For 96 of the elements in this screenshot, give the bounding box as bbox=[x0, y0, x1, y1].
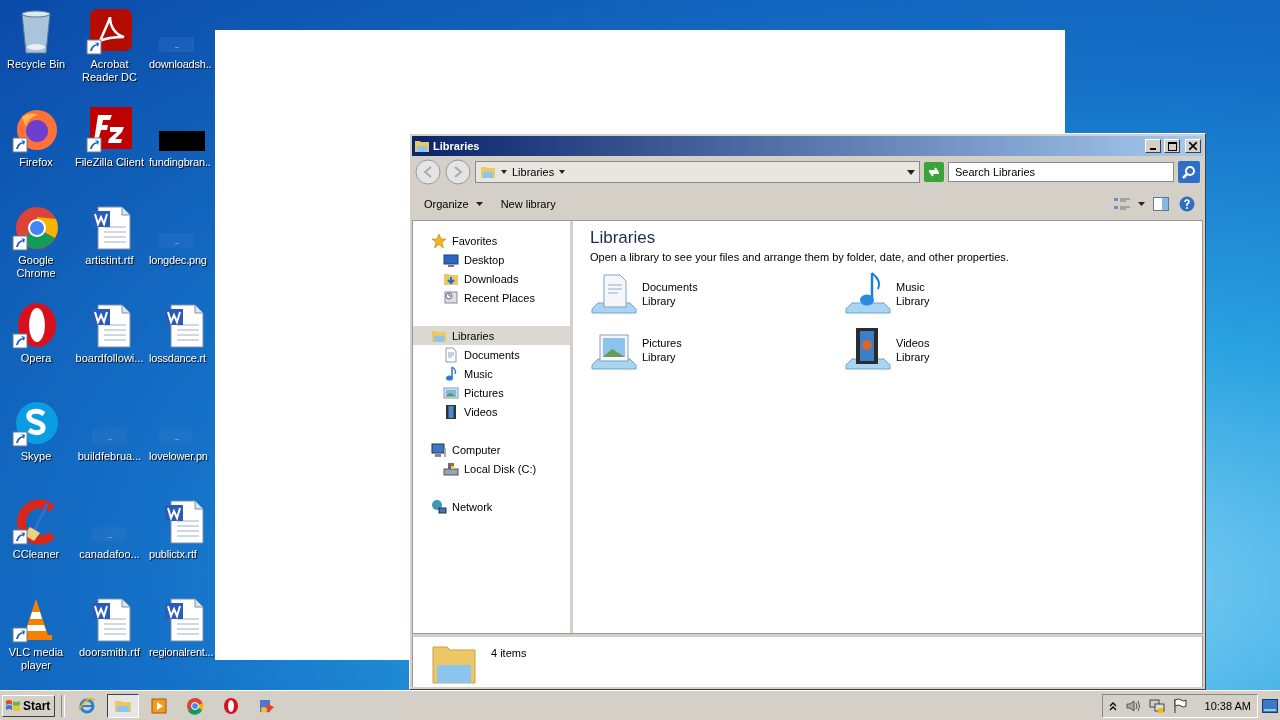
desktop-icon-label[interactable]: Google Chrome bbox=[0, 254, 72, 280]
desktop-icon-label[interactable]: downloadsh.. bbox=[149, 58, 212, 71]
film-strip-icon bbox=[443, 403, 459, 420]
library-name[interactable]: Documents bbox=[642, 281, 698, 293]
search-icon bbox=[1182, 165, 1196, 179]
star-icon bbox=[431, 232, 447, 249]
show-desktop-button[interactable] bbox=[1262, 698, 1278, 713]
nav-item[interactable]: Downloads bbox=[413, 269, 570, 288]
desktop-icon-label[interactable]: canadafoo... bbox=[79, 548, 140, 561]
desktop-icon-label[interactable]: publictx.rtf bbox=[149, 548, 197, 561]
page-heading: Libraries bbox=[590, 228, 657, 248]
desktop-icon-label[interactable]: Opera bbox=[20, 352, 52, 365]
nav-item[interactable]: Videos bbox=[413, 402, 570, 421]
computer-icon bbox=[431, 441, 447, 458]
library-name[interactable]: Videos bbox=[896, 337, 930, 349]
command-button[interactable]: New library bbox=[494, 195, 562, 213]
desktop-icon-label[interactable]: doorsmith.rtf bbox=[78, 646, 141, 659]
chrome-icon bbox=[186, 696, 205, 715]
dropdown-icon[interactable] bbox=[907, 169, 915, 175]
clock[interactable]: 10:38 AM bbox=[1204, 699, 1251, 712]
picture-icon bbox=[443, 384, 459, 401]
preview-pane-icon bbox=[1153, 197, 1169, 211]
network-globe-icon bbox=[431, 498, 447, 515]
close-icon bbox=[1189, 142, 1197, 150]
hard-disk-icon bbox=[443, 460, 459, 477]
library-type: Library bbox=[896, 295, 930, 307]
music-library-icon[interactable] bbox=[844, 271, 892, 315]
desktop-icon-label[interactable]: boardfollowi... bbox=[75, 352, 144, 365]
refresh-icon bbox=[927, 166, 941, 178]
browser-e-icon bbox=[78, 696, 97, 715]
flag-icon[interactable] bbox=[1172, 697, 1187, 714]
maximize-button[interactable] bbox=[1164, 139, 1180, 153]
library-name[interactable]: Music bbox=[896, 281, 930, 293]
library-folder-icon bbox=[414, 138, 430, 154]
videos-library-icon[interactable] bbox=[844, 327, 892, 371]
opera-icon bbox=[222, 696, 241, 715]
taskbar-button[interactable] bbox=[107, 693, 140, 718]
nav-item[interactable]: Recent Places bbox=[413, 288, 570, 307]
desktop-icon-label[interactable]: CCleaner bbox=[12, 548, 60, 561]
breadcrumb[interactable]: Libraries bbox=[512, 166, 555, 178]
network-icon[interactable] bbox=[1148, 697, 1165, 714]
start-button[interactable]: Start bbox=[2, 694, 56, 717]
desktop-icon-label[interactable]: buildfebrua... bbox=[77, 450, 142, 463]
help-button[interactable] bbox=[1177, 194, 1197, 214]
desktop-icon bbox=[443, 251, 459, 268]
window-title: Libraries bbox=[433, 140, 481, 152]
library-type: Library bbox=[642, 351, 677, 363]
item-count: 4 items bbox=[491, 647, 527, 661]
show-hidden-icons-button[interactable] bbox=[1108, 700, 1117, 711]
caret-icon bbox=[559, 170, 566, 174]
desktop-icon-label[interactable]: lovelower.pn bbox=[149, 450, 208, 463]
library-folder-icon bbox=[480, 164, 496, 180]
preview-pane-button[interactable] bbox=[1151, 195, 1171, 213]
library-type: Library bbox=[896, 351, 930, 363]
media-player-icon bbox=[150, 696, 169, 715]
close-button[interactable] bbox=[1185, 139, 1201, 153]
refresh-button[interactable] bbox=[924, 162, 944, 182]
help-icon bbox=[1179, 196, 1195, 212]
caret-icon[interactable] bbox=[1138, 202, 1145, 206]
nav-item[interactable]: Computer bbox=[413, 440, 570, 459]
desktop-icon-label[interactable]: artistint.rtf bbox=[85, 254, 134, 267]
caret-icon bbox=[501, 170, 507, 174]
recent-places-icon bbox=[443, 289, 459, 306]
desktop-icon-label[interactable]: Firefox bbox=[19, 156, 53, 169]
desktop-icon-label[interactable]: FileZilla Client bbox=[74, 156, 145, 169]
caret-icon bbox=[475, 202, 483, 206]
desktop-icon-label[interactable]: Acrobat Reader DC bbox=[73, 58, 146, 84]
address-bar[interactable]: Libraries bbox=[475, 161, 920, 183]
desktop-icon-label[interactable]: longdec.png bbox=[149, 254, 207, 267]
nav-item[interactable]: Network bbox=[413, 497, 570, 516]
nav-item[interactable]: Favorites bbox=[413, 231, 570, 250]
desktop-icon-label[interactable]: Recycle Bin bbox=[6, 58, 66, 71]
maximize-icon bbox=[1167, 141, 1177, 151]
nav-item[interactable]: Local Disk (C:) bbox=[413, 459, 570, 478]
nav-item[interactable]: Desktop bbox=[413, 250, 570, 269]
search-field[interactable]: Search Libraries bbox=[948, 162, 1174, 182]
desktop-icon-label[interactable]: fundingbran.. bbox=[149, 156, 211, 169]
speaker-icon[interactable] bbox=[1124, 698, 1141, 713]
description: Open a library to see your files and arrange them by folder, date, and other properties. bbox=[590, 251, 1010, 263]
nav-item[interactable]: Libraries bbox=[413, 326, 570, 345]
library-name[interactable]: Pictures bbox=[642, 337, 682, 349]
details-view-icon bbox=[1114, 197, 1130, 211]
music-note-icon bbox=[443, 365, 459, 382]
desktop-icon-label[interactable]: regionalrent... bbox=[149, 646, 214, 659]
nav-item[interactable]: Pictures bbox=[413, 383, 570, 402]
nav-item[interactable]: Music bbox=[413, 364, 570, 383]
windows-flag-icon bbox=[5, 698, 21, 713]
desktop-icon-label[interactable]: VLC media player bbox=[0, 646, 72, 672]
minimize-button[interactable] bbox=[1145, 139, 1161, 153]
library-type: Library bbox=[642, 295, 677, 307]
document-icon bbox=[443, 346, 459, 363]
desktop-icon-label[interactable]: Skype bbox=[20, 450, 52, 463]
command-button[interactable]: Organize bbox=[418, 195, 489, 213]
search-button[interactable] bbox=[1178, 161, 1200, 183]
desktop-icon-label[interactable]: lossdance.rt bbox=[149, 352, 206, 365]
nav-item[interactable]: Documents bbox=[413, 345, 570, 364]
